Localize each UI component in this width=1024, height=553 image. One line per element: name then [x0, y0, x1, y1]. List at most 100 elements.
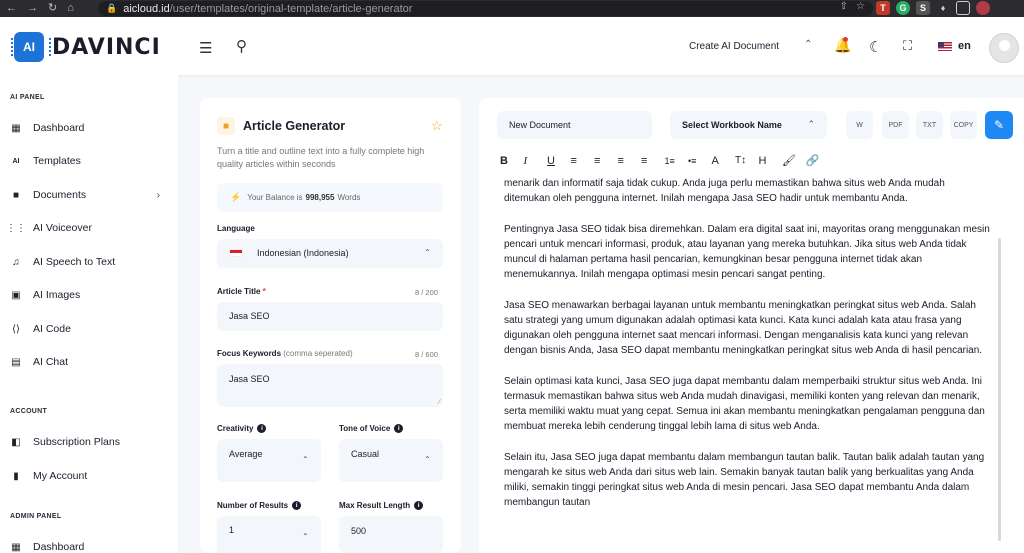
sidebar-item-label: AI Code [33, 323, 71, 335]
editor-content[interactable]: menarik dan informatif saja tidak cukup.… [504, 176, 992, 546]
max-result-length-input[interactable]: 500 [339, 516, 443, 553]
puzzle-icon[interactable]: ♦ [936, 1, 950, 15]
brush-icon[interactable]: 🖌 [782, 154, 806, 167]
maxlen-value: 500 [351, 526, 367, 536]
download-word-button[interactable]: W [846, 111, 873, 139]
dashboard-icon: ▦ [11, 541, 21, 553]
info-icon: i [414, 501, 424, 511]
subscription-icon: ◧ [11, 436, 21, 448]
bold-icon[interactable]: B [500, 155, 524, 167]
align-justify-icon[interactable]: ≡ [641, 155, 665, 167]
fullscreen-icon[interactable]: ⛶ [903, 38, 912, 54]
chevron-up-icon: ⌃ [807, 119, 815, 129]
extension-s-icon[interactable]: S [916, 1, 930, 15]
language-select[interactable]: Indonesian (Indonesia) ⌃ [217, 239, 443, 268]
sidebar-item-ai-speech-to-text[interactable]: ♫ AI Speech to Text [10, 252, 170, 272]
search-icon[interactable]: ⚲ [236, 37, 247, 55]
save-edit-icon: ✎ [993, 118, 1005, 132]
avatar[interactable] [989, 33, 1019, 63]
article-generator-panel: ■ Article Generator ☆ Turn a title and o… [200, 98, 461, 553]
keywords-counter: 8 / 600 [415, 350, 438, 359]
reload-icon[interactable]: ↻ [48, 3, 57, 14]
document-name-input[interactable]: New Document [497, 111, 652, 139]
browser-bar: ← → ↻ ⌂ 🔒 aicloud.id/user/templates/orig… [0, 0, 1024, 17]
bookmark-star-icon[interactable]: ☆ [856, 1, 865, 12]
indonesia-flag-icon [229, 249, 243, 257]
sidebar-item-my-account[interactable]: ▮ My Account [10, 466, 170, 486]
download-pdf-button[interactable]: PDF [882, 111, 909, 139]
sidebar-item-subscription-plans[interactable]: ◧ Subscription Plans [10, 432, 170, 452]
link-icon[interactable]: 🔗 [806, 154, 830, 167]
extension-grammar-icon[interactable]: G [896, 1, 910, 15]
balance-prefix: Your Balance is [247, 193, 303, 202]
language-label: Language [217, 224, 255, 233]
music-file-icon: ♫ [12, 256, 20, 268]
menu-toggle-icon[interactable]: ☰ [199, 39, 212, 57]
section-title-admin-panel: ADMIN PANEL [10, 513, 62, 520]
sidebar-item-dashboard[interactable]: ▦ Dashboard [10, 118, 170, 138]
align-center-icon[interactable]: ≡ [594, 155, 618, 167]
focus-keywords-label: Focus Keywords (comma seperated) [217, 349, 353, 358]
pdf-file-icon: PDF [888, 121, 903, 129]
sidebar-item-ai-voiceover[interactable]: ⋮⋮ AI Voiceover [6, 218, 170, 238]
bullet-list-icon[interactable]: •≡ [688, 156, 712, 166]
language-value: Indonesian (Indonesia) [257, 248, 349, 258]
us-flag-icon [938, 41, 952, 51]
sidebar: AI PANEL ▦ Dashboard AI Templates ■ Docu… [0, 75, 178, 553]
extension-t-icon[interactable]: T [876, 1, 890, 15]
italic-icon[interactable]: I [524, 155, 548, 167]
number-of-results-select[interactable]: 1 ⌃ [217, 516, 321, 553]
title-counter: 8 / 200 [415, 288, 438, 297]
copy-button[interactable]: COPY [950, 111, 977, 139]
sidebar-item-admin-dashboard[interactable]: ▦ Dashboard [10, 537, 170, 553]
editor-paragraph: Jasa SEO menawarkan berbagai layanan unt… [504, 299, 983, 357]
sidebar-item-label: AI Speech to Text [33, 256, 116, 268]
align-left-icon[interactable]: ≡ [571, 155, 595, 167]
bolt-icon: ⚡ [230, 192, 242, 202]
language-code: en [958, 40, 971, 52]
word-file-icon: W [856, 121, 863, 129]
profile-icon[interactable] [976, 1, 990, 15]
sidebar-item-documents[interactable]: ■ Documents › [10, 185, 170, 205]
chat-icon: ▤ [11, 356, 21, 368]
sidebar-item-ai-images[interactable]: ▣ AI Images [10, 285, 170, 305]
dark-mode-moon-icon[interactable]: ☾ [869, 38, 882, 56]
extensions: T G S ♦ [876, 1, 990, 15]
text-size-icon[interactable]: T↕ [735, 155, 759, 166]
logo[interactable]: AI DAVINCI [11, 32, 161, 62]
home-icon[interactable]: ⌂ [67, 3, 74, 14]
editor-scrollbar[interactable] [998, 238, 1001, 541]
sidebar-item-ai-chat[interactable]: ▤ AI Chat [10, 352, 170, 372]
create-ai-document-button[interactable]: Create AI Document [689, 41, 779, 52]
chevron-up-icon: ⌃ [424, 455, 431, 464]
address-bar[interactable]: 🔒 aicloud.id/user/templates/original-tem… [98, 1, 873, 16]
sidebar-item-templates[interactable]: AI Templates [10, 151, 170, 171]
focus-keywords-textarea[interactable]: Jasa SEO ∕ [217, 364, 443, 407]
tone-of-voice-label: Tone of Voice i [339, 424, 404, 434]
underline-icon[interactable]: U [547, 155, 571, 167]
tone-of-voice-select[interactable]: Casual ⌃ [339, 439, 443, 482]
align-right-icon[interactable]: ≡ [618, 155, 642, 167]
article-title-input[interactable]: Jasa SEO [217, 302, 443, 331]
forward-icon[interactable]: → [27, 3, 38, 14]
favorite-star-icon[interactable]: ☆ [431, 118, 443, 134]
download-txt-button[interactable]: TXT [916, 111, 943, 139]
share-icon[interactable]: ⇧ [840, 1, 848, 12]
back-icon[interactable]: ← [6, 3, 17, 14]
ordered-list-icon[interactable]: 1≡ [665, 156, 689, 166]
font-color-icon[interactable]: A [712, 155, 736, 167]
code-icon: ⟨⟩ [12, 323, 20, 335]
language-selector[interactable]: en [938, 40, 971, 52]
save-document-button[interactable]: ✎ [985, 111, 1013, 139]
creativity-select[interactable]: Average ⌃ [217, 439, 321, 482]
balance-info: ⚡ Your Balance is 998,955 Words [217, 183, 443, 212]
sidebar-item-label: Templates [33, 155, 81, 167]
resize-handle-icon[interactable]: ∕ [439, 399, 440, 406]
chevron-up-icon[interactable]: ⌃ [804, 39, 812, 50]
sidepanel-icon[interactable] [956, 1, 970, 15]
sidebar-item-ai-code[interactable]: ⟨⟩ AI Code [10, 319, 170, 339]
heading-icon[interactable]: H [759, 155, 783, 167]
sidebar-item-label: Documents [33, 189, 87, 201]
workbook-select[interactable]: Select Workbook Name ⌃ [670, 111, 827, 139]
generator-description: Turn a title and outline text into a ful… [217, 146, 425, 169]
